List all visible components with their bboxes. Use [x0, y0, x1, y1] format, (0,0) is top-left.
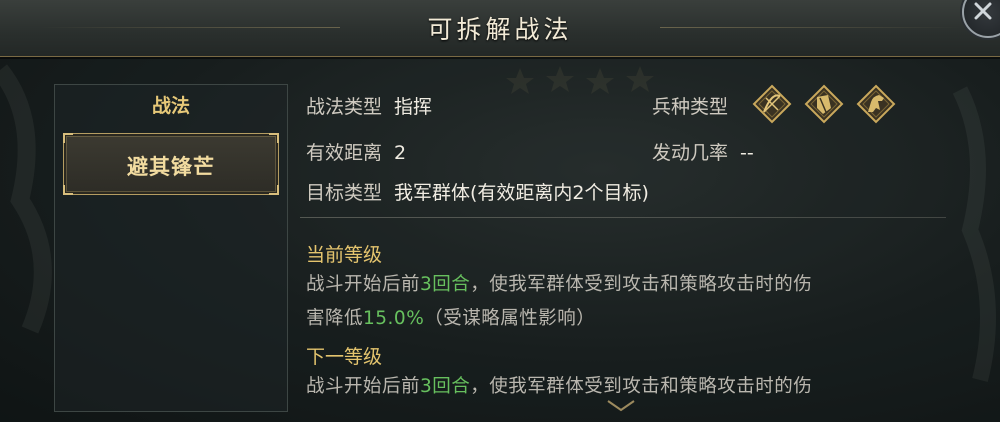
tactic-list-panel: 战法 避其锋芒 [54, 84, 288, 412]
scroll-down-icon[interactable] [606, 398, 636, 414]
title-bar: 可拆解战法 [0, 0, 1000, 57]
trigger-rate-label: 发动几率 [652, 142, 729, 164]
next-level-title: 下一等级 [306, 346, 383, 368]
current-level-title: 当前等级 [306, 244, 383, 266]
current-level-percent: 15.0% [363, 308, 425, 329]
unit-type-row: 兵种类型 [652, 92, 728, 119]
tactic-list-header: 战法 [151, 95, 190, 117]
card-corner [63, 133, 73, 143]
current-level-line-2: 害降低15.0%（受谋略属性影响） [306, 308, 596, 329]
next-level-turns: 3回合 [420, 376, 471, 397]
tactic-type-row: 战法类型 指挥 [306, 92, 432, 119]
range-value: 2 [394, 142, 407, 164]
tactic-type-value: 指挥 [394, 96, 433, 118]
tactic-type-label: 战法类型 [306, 96, 383, 118]
cavalry-icon[interactable] [856, 84, 896, 124]
close-icon [974, 2, 992, 20]
current-level-line-1: 战斗开始后前3回合，使我军群体受到攻击和策略攻击时的伤 [306, 274, 813, 295]
archer-icon[interactable] [752, 84, 792, 124]
card-corner [269, 133, 279, 143]
target-value: 我军群体(有效距离内2个目标) [394, 182, 649, 204]
current-level-turns: 3回合 [420, 274, 471, 295]
range-label: 有效距离 [306, 142, 383, 164]
trigger-rate-value: -- [740, 142, 754, 164]
section-divider [300, 217, 946, 218]
tactic-item-label: 避其锋芒 [127, 155, 215, 179]
range-row: 有效距离 2 [306, 138, 406, 165]
unit-type-label: 兵种类型 [652, 96, 729, 118]
shield-icon[interactable] [804, 84, 844, 124]
current-level-description: 战斗开始后前3回合，使我军群体受到攻击和策略攻击时的伤 害降低15.0%（受谋略… [306, 268, 926, 336]
target-label: 目标类型 [306, 182, 383, 204]
trigger-rate-row: 发动几率 -- [652, 138, 754, 165]
card-corner [63, 185, 73, 195]
tactic-item-selected[interactable]: 避其锋芒 [63, 133, 279, 195]
window-title: 可拆解战法 [427, 15, 573, 44]
card-corner [269, 185, 279, 195]
target-row: 目标类型 我军群体(有效距离内2个目标) [306, 178, 649, 205]
